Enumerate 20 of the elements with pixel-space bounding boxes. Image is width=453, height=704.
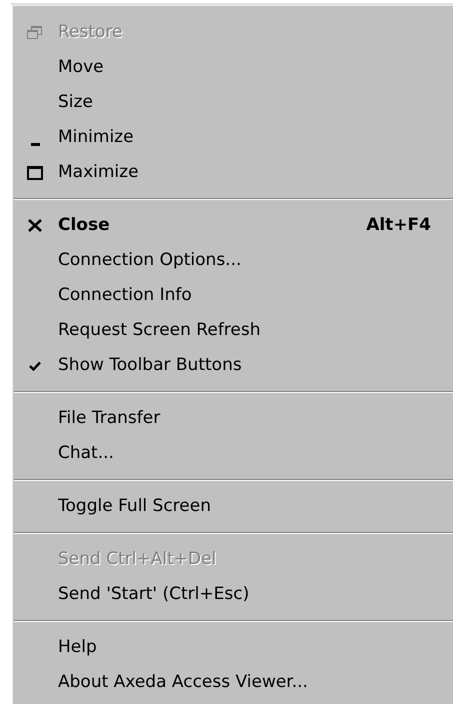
menu-item[interactable]: Minimize: [58, 124, 134, 150]
menu-item[interactable]: Maximize: [58, 160, 139, 186]
shortcut-label: Alt+F4: [366, 214, 431, 237]
menu-item[interactable]: Connection Options...: [58, 248, 242, 274]
menu-item[interactable]: Chat...: [58, 440, 114, 466]
menu-item[interactable]: Request Screen Refresh: [58, 318, 261, 344]
maximize-icon: [27, 166, 43, 180]
restore-icon: [27, 26, 43, 40]
menu-item[interactable]: Toggle Full Screen: [58, 494, 211, 520]
menu-item[interactable]: File Transfer: [58, 406, 160, 432]
menu-item[interactable]: About Axeda Access Viewer...: [58, 670, 308, 696]
close-icon: [28, 219, 42, 232]
menu-item[interactable]: Size: [58, 90, 93, 116]
menu-item[interactable]: Send 'Start' (Ctrl+Esc): [58, 582, 250, 608]
menu-item[interactable]: Close: [58, 212, 110, 238]
menu-item[interactable]: Connection Info: [58, 282, 192, 308]
minimize-icon: [30, 143, 40, 146]
menu-item[interactable]: Show Toolbar Buttons: [58, 352, 242, 378]
menu-item[interactable]: Help: [58, 634, 97, 660]
menu-item[interactable]: Move: [58, 54, 104, 80]
